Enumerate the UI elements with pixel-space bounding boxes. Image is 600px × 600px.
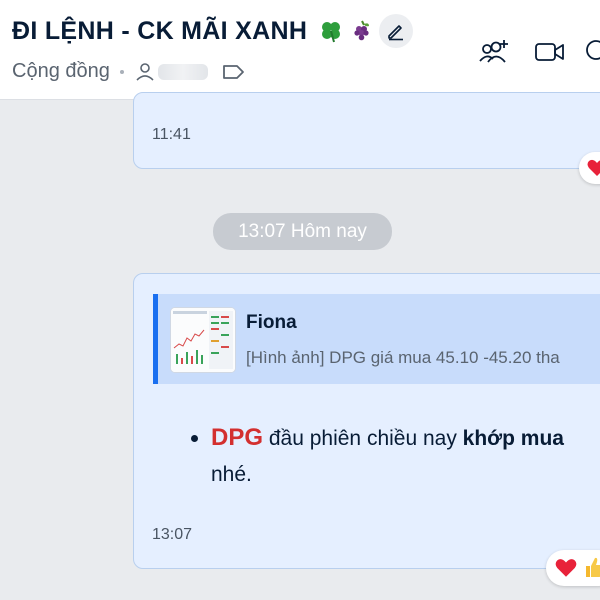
reaction-badge[interactable]: [546, 550, 600, 586]
message-text-part: nhé.: [211, 463, 252, 486]
message-time: 13:07: [152, 526, 193, 543]
quoted-message[interactable]: Fiona [Hình ảnh] DPG giá mua 45.10 -45.2…: [153, 294, 600, 384]
group-title[interactable]: ĐI LỆNH - CK MÃI XANH: [12, 17, 307, 46]
member-icon[interactable]: [134, 62, 156, 82]
ticker-symbol[interactable]: DPG: [211, 424, 263, 451]
message-text: DPG đầu phiên chiều nay khớp mua nhé.: [172, 420, 600, 493]
date-separator: 13:07 Hôm nay: [213, 213, 392, 250]
chat-header: ĐI LỆNH - CK MÃI XANH Cộng đồng: [0, 0, 600, 100]
member-count-blurred: [157, 63, 208, 80]
add-member-icon: [479, 40, 508, 63]
message-bubble[interactable]: Fiona [Hình ảnh] DPG giá mua 45.10 -45.2…: [133, 273, 600, 569]
quoted-author: Fiona: [246, 312, 297, 333]
chat-window: ĐI LỆNH - CK MÃI XANH Cộng đồng 11:41 13…: [0, 0, 600, 600]
grapes-icon: [354, 20, 370, 41]
heart-icon: [555, 559, 577, 577]
four-leaf-clover-icon: [322, 22, 341, 43]
quoted-preview: [Hình ảnh] DPG giá mua 45.10 -45.20 tha: [246, 348, 560, 367]
message-time: 11:41: [152, 126, 191, 143]
search-button[interactable]: [578, 32, 600, 72]
heart-icon: [587, 159, 600, 176]
message-text-bold: khớp mua: [462, 427, 564, 450]
quoted-image-thumbnail[interactable]: [170, 307, 236, 373]
tag-icon[interactable]: [222, 63, 246, 81]
edit-name-button[interactable]: [379, 14, 414, 48]
title-row: ĐI LỆNH - CK MÃI XANH: [12, 14, 414, 48]
header-actions: [474, 32, 600, 72]
subtitle-row: Cộng đồng: [12, 60, 246, 83]
add-member-button[interactable]: [474, 32, 514, 72]
pencil-icon: [388, 25, 404, 41]
reaction-badge[interactable]: [579, 152, 600, 184]
separator-dot: [119, 69, 124, 74]
search-icon: [586, 40, 600, 60]
video-call-button[interactable]: [530, 32, 570, 72]
community-label: Cộng đồng: [12, 60, 110, 82]
video-call-icon: [535, 43, 564, 61]
thumbs-up-icon: [586, 557, 600, 577]
message-text-part: đầu phiên chiều nay: [263, 427, 463, 450]
message-bubble[interactable]: 11:41: [133, 92, 600, 169]
stock-chart-thumbnail: [171, 308, 235, 372]
